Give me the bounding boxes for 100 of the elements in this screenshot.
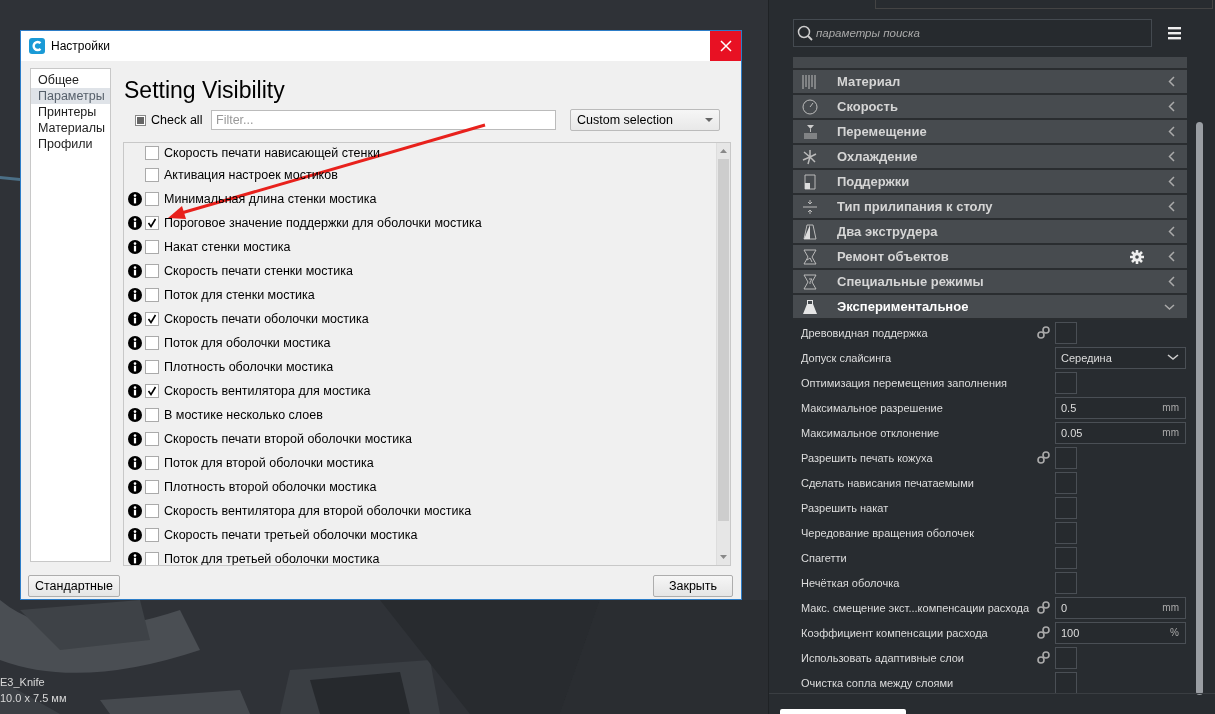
category-header[interactable]: Поддержки — [793, 170, 1187, 195]
close-button[interactable] — [710, 31, 741, 61]
checkbox[interactable] — [1055, 546, 1077, 569]
category-item[interactable]: Принтеры — [31, 104, 110, 120]
number-field[interactable]: 0.05 mm — [1055, 421, 1186, 444]
category-header[interactable]: Экспериментальное — [793, 295, 1187, 320]
setting-label: Разрешить печать кожуха — [800, 451, 934, 464]
preset-dropdown[interactable]: Custom selection — [570, 109, 720, 131]
checkbox[interactable] — [145, 408, 159, 422]
checkbox[interactable] — [145, 240, 159, 254]
checkbox[interactable] — [1055, 446, 1077, 469]
checkbox[interactable] — [1055, 371, 1077, 394]
checkbox[interactable] — [145, 456, 159, 470]
checkmark-icon — [147, 386, 157, 396]
info-icon[interactable] — [128, 312, 142, 326]
number-field[interactable]: 0.5 mm — [1055, 396, 1186, 419]
search-icon — [797, 25, 813, 41]
setting-label: Сделать нависания печатаемыми — [800, 476, 975, 489]
info-icon[interactable] — [128, 456, 142, 470]
close-icon[interactable] — [719, 40, 732, 52]
checkbox[interactable] — [145, 146, 159, 160]
checkbox[interactable] — [145, 504, 159, 518]
category-header[interactable]: Охлаждение — [793, 145, 1187, 170]
setting-label: Спагетти — [800, 551, 848, 564]
info-icon[interactable] — [128, 552, 142, 565]
search-field[interactable]: параметры поиска — [793, 19, 1152, 47]
info-icon[interactable] — [128, 504, 142, 518]
category-item[interactable]: Профили — [31, 136, 110, 152]
setting-label: Скорость печати нависающей стенки — [164, 146, 380, 160]
filter-field[interactable]: Filter... — [211, 110, 556, 130]
checkbox[interactable] — [145, 168, 159, 182]
setting-label: Скорость вентилятора для мостика — [164, 384, 371, 398]
info-icon[interactable] — [128, 240, 142, 254]
info-icon[interactable] — [128, 480, 142, 494]
info-icon[interactable] — [128, 336, 142, 350]
checkbox[interactable] — [1055, 321, 1077, 344]
category-item[interactable]: Параметры — [31, 88, 110, 104]
category-icon — [801, 172, 819, 191]
setting-label: Поток для третьей оболочки мостика — [164, 552, 380, 565]
checkmark-icon — [147, 314, 157, 324]
number-field[interactable]: 0 mm — [1055, 596, 1186, 619]
info-icon[interactable] — [128, 432, 142, 446]
setting-label: Накат стенки мостика — [164, 240, 291, 254]
category-item[interactable]: Материалы — [31, 120, 110, 136]
checkbox[interactable] — [145, 480, 159, 494]
scrollbar[interactable] — [716, 143, 730, 565]
category-header[interactable]: Ремонт объектов — [793, 245, 1187, 270]
setting-label: Поток для оболочки мостика — [164, 336, 331, 350]
checkbox[interactable] — [1055, 571, 1077, 594]
setting-label: Макс. смещение экст...компенсации расхода — [800, 601, 1031, 614]
checkbox[interactable] — [1055, 471, 1077, 494]
menu-icon[interactable] — [1168, 26, 1181, 40]
category-header[interactable]: Два экструдера — [793, 220, 1187, 245]
checkbox[interactable] — [145, 264, 159, 278]
info-icon[interactable] — [128, 528, 142, 542]
scrollbar[interactable] — [1196, 122, 1203, 695]
check-all-checkbox[interactable] — [135, 114, 146, 126]
checkbox[interactable] — [145, 192, 159, 206]
checkbox[interactable] — [145, 528, 159, 542]
setting-dropdown[interactable]: Середина — [1055, 346, 1186, 369]
gear-icon[interactable] — [1130, 249, 1144, 264]
info-icon[interactable] — [128, 288, 142, 302]
category-header[interactable]: Специальные режимы — [793, 270, 1187, 295]
checkbox[interactable] — [145, 432, 159, 446]
info-icon[interactable] — [128, 192, 142, 206]
setting-label: Допуск слайсинга — [800, 351, 893, 364]
checkbox[interactable] — [1055, 646, 1077, 669]
category-header[interactable]: Материал — [793, 70, 1187, 95]
checkbox[interactable] — [1055, 671, 1077, 694]
info-icon[interactable] — [128, 216, 142, 230]
checkbox[interactable] — [145, 384, 159, 398]
scroll-down-icon[interactable] — [720, 555, 727, 559]
checkbox[interactable] — [145, 336, 159, 350]
category-item[interactable]: Общее — [31, 72, 110, 88]
category-header[interactable]: Скорость — [793, 95, 1187, 120]
checkbox[interactable] — [1055, 521, 1077, 544]
checkbox[interactable] — [145, 288, 159, 302]
checkbox[interactable] — [145, 552, 159, 565]
checkbox[interactable] — [145, 360, 159, 374]
category-header[interactable]: Перемещение — [793, 120, 1187, 145]
check-all-label[interactable]: Check all — [151, 113, 203, 127]
setting-label: Максимальное разрешение — [800, 401, 944, 414]
info-icon[interactable] — [128, 384, 142, 398]
checkbox[interactable] — [145, 312, 159, 326]
checkmark-icon — [147, 218, 157, 228]
category-icon — [801, 97, 819, 116]
category-icon — [801, 272, 819, 291]
number-field[interactable]: 100 % — [1055, 621, 1186, 644]
setting-label: Скорость печати стенки мостика — [164, 264, 353, 278]
info-icon[interactable] — [128, 408, 142, 422]
checkbox[interactable] — [1055, 496, 1077, 519]
checkbox[interactable] — [145, 216, 159, 230]
category-icon — [801, 147, 819, 166]
info-icon[interactable] — [128, 264, 142, 278]
defaults-button[interactable]: Стандартные — [28, 575, 120, 597]
info-icon[interactable] — [128, 360, 142, 374]
close-dialog-button[interactable]: Закрыть — [653, 575, 733, 597]
scroll-up-icon[interactable] — [720, 149, 727, 153]
object-dimensions: 10.0 x 7.5 мм — [0, 692, 67, 704]
category-header[interactable]: Тип прилипания к столу — [793, 195, 1187, 220]
